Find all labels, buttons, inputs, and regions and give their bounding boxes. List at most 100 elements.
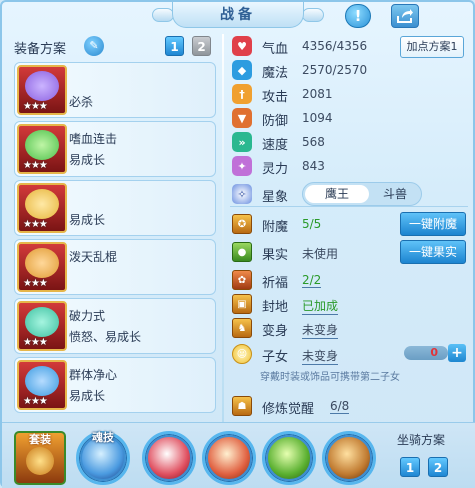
extra-value[interactable]: 已加成 [302,297,339,315]
skill-ring [322,431,376,485]
soul-skill-button[interactable]: 魂技 [76,431,130,485]
equipment-card[interactable]: ★★★ 易成长 [14,180,216,236]
skill-slot[interactable] [142,431,196,485]
equipment-name: 破力式 [69,309,106,323]
equipment-art-icon [25,189,59,219]
stat-label: 速度 [262,138,289,153]
equipment-effect: 易成长 [69,153,106,167]
hand-icon [26,447,54,475]
child-hint-row: 穿戴时装或饰品可携带第二子女 [230,368,468,383]
star-rating: ★★★ [23,337,48,348]
equipment-thumbnail: ★★★ [17,301,67,351]
stat-row-attack: † 攻击 2081 [230,84,468,105]
equipment-card[interactable]: ★★★ 必杀 [14,62,216,118]
equipment-list: ★★★ 必杀 ★★★ 嗜血连击 易成长 ★★★ 易成长 ★★★ 泼天乱棍 ★★★… [14,62,216,416]
extra-value[interactable]: 未变身 [302,321,339,339]
outfit-skill-button[interactable]: 套装 [14,431,66,485]
equipment-thumbnail: ★★★ [17,360,67,410]
panel-divider [222,34,224,422]
equipment-card[interactable]: ★★★ 破力式 愤怒、易成长 [14,298,216,354]
equipment-name: 群体净心 [69,368,118,382]
extra-row-children: ☺ 子女 未变身 0 + [230,344,468,365]
mount-plan-title: 坐骑方案 [397,433,446,447]
equipment-art-icon [25,307,59,337]
stat-value: 2081 [302,87,333,101]
transform-icon: ♞ [232,318,252,338]
stat-label: 防御 [262,114,289,129]
equipment-plan-title: 装备方案 [14,42,67,57]
mount-plan-1-button[interactable]: 1 [400,457,420,477]
extra-row-blessing: ✿ 祈福 2/2 [230,270,468,291]
skill-label: 套装 [29,433,51,446]
extra-value: 5/5 [302,217,322,231]
star-sign-option-selected[interactable]: 鹰王 [305,185,369,203]
child-hint: 穿戴时装或饰品可携带第二子女 [260,372,400,383]
one-click-fruit-button[interactable]: 一键果实 [400,240,466,264]
equipment-header: 装备方案 ✎ 1 2 [14,36,224,57]
help-icon[interactable]: ! [345,4,371,28]
skill-ring [202,431,256,485]
mount-plan-2-button[interactable]: 2 [428,457,448,477]
equipment-effect: 易成长 [69,389,106,403]
skill-slot[interactable] [322,431,376,485]
stat-value: 843 [302,159,325,173]
extra-row-transform: ♞ 变身 未变身 [230,318,468,339]
plus-icon[interactable]: + [448,344,466,362]
one-click-enchant-button[interactable]: 一键附魔 [400,212,466,236]
extra-label: 祈福 [262,276,289,291]
mana-diamond-icon: ◆ [232,60,252,80]
stat-value: 4356/4356 [302,39,368,53]
child-icon: ☺ [232,344,252,364]
extra-value[interactable]: 6/8 [330,399,350,414]
star-rating: ★★★ [23,219,48,230]
equipment-name: 泼天乱棍 [69,250,118,264]
stat-row-hp: ♥ 气血 4356/4356 加点方案1 [230,36,468,58]
extra-label: 附魔 [262,220,289,235]
equipment-tab-2[interactable]: 2 [192,36,211,56]
extra-label: 修炼觉醒 [262,402,315,417]
extra-row-awaken: ☗ 修炼觉醒 6/8 [230,396,468,417]
speed-icon: » [232,132,252,152]
stat-label: 攻击 [262,90,289,105]
skill-ring [262,431,316,485]
equipment-thumbnail: ★★★ [17,124,67,174]
equipment-thumbnail: ★★★ [17,242,67,292]
equipment-card[interactable]: ★★★ 嗜血连击 易成长 [14,121,216,177]
stat-row-spirit: ✦ 灵力 843 [230,156,468,177]
equipment-thumbnail: ★★★ [17,183,67,233]
equipment-tab-1[interactable]: 1 [165,36,184,56]
star-rating: ★★★ [23,101,48,112]
spirit-icon: ✦ [232,156,252,176]
star-sign-icon: ✧ [232,184,252,204]
share-icon[interactable] [391,4,419,28]
equipment-thumbnail: ★★★ [17,65,67,115]
skill-slot[interactable] [262,431,316,485]
extra-value[interactable]: 未变身 [302,347,339,365]
equipment-art-icon [25,366,59,396]
stat-label: 星象 [262,190,289,205]
skill-slot[interactable] [202,431,256,485]
star-sign-toggle: 鹰王 斗兽 [302,182,422,206]
extra-value: 未使用 [302,247,339,261]
stat-row-star-sign: ✧ 星象 鹰王 斗兽 [230,182,468,206]
edit-pencil-icon[interactable]: ✎ [84,36,104,56]
extra-value[interactable]: 2/2 [302,273,322,288]
title-ornament-left [152,8,174,22]
window-title: 战备 [172,2,304,28]
star-sign-option[interactable]: 斗兽 [371,185,419,203]
star-rating: ★★★ [23,396,48,407]
equipment-card[interactable]: ★★★ 泼天乱棍 [14,239,216,295]
stat-value: 1094 [302,111,333,125]
stat-label: 魔法 [262,66,289,81]
extra-label: 子女 [262,350,289,365]
fruit-icon: ● [232,242,252,262]
point-plan-button[interactable]: 加点方案1 [400,36,464,58]
star-rating: ★★★ [23,278,48,289]
sword-icon: † [232,84,252,104]
title-ornament-right [302,8,324,22]
title-bar: 战备 ! [2,2,475,30]
stat-label: 灵力 [262,162,289,177]
stat-row-mp: ◆ 魔法 2570/2570 [230,60,468,81]
equipment-card[interactable]: ★★★ 群体净心 易成长 [14,357,216,413]
fief-icon: ▣ [232,294,252,314]
